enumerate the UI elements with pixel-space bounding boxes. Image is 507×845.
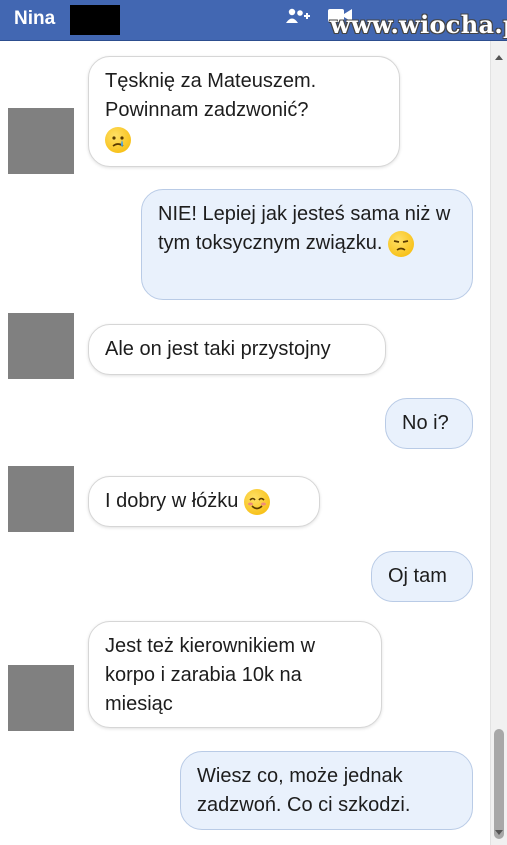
message-text: I dobry w łóżku [105, 490, 239, 512]
incoming-message: Jest też kierownikiem w korpo i zarabia … [88, 621, 382, 728]
outgoing-message: No i? [385, 398, 473, 449]
scroll-down-arrow-icon[interactable] [495, 830, 503, 835]
scroll-up-arrow-icon[interactable] [495, 55, 503, 60]
message-thread: Tęsknię za Mateuszem. Powinnam zadzwonić… [0, 41, 490, 845]
incoming-message: Ale on jest taki przystojny [88, 324, 386, 375]
redacted-area [140, 125, 292, 163]
chat-header: Nina www.wiocha.pl [0, 0, 507, 41]
message-text: Wiesz co, może jednak zadzwoń. Co ci szk… [197, 765, 411, 816]
redacted-block [70, 5, 120, 35]
message-text: Oj tam [388, 565, 447, 587]
outgoing-message: Oj tam [371, 551, 473, 602]
avatar [8, 466, 74, 532]
message-text: Tęsknię za Mateuszem. Powinnam zadzwonić… [105, 70, 317, 121]
smiling-face-icon [243, 488, 270, 515]
message-text: Ale on jest taki przystojny [105, 338, 331, 360]
watermark: www.wiocha.pl [330, 10, 507, 39]
outgoing-message: Wiesz co, może jednak zadzwoń. Co ci szk… [180, 751, 473, 830]
add-people-icon[interactable] [286, 7, 310, 32]
contact-name[interactable]: Nina [14, 8, 55, 30]
message-text: No i? [402, 412, 449, 434]
unamused-face-icon [388, 230, 415, 257]
scrollbar[interactable] [490, 41, 507, 845]
outgoing-message: NIE! Lepiej jak jesteś sama niż w tym to… [141, 189, 473, 300]
avatar [8, 665, 74, 731]
scrollbar-thumb[interactable] [494, 729, 504, 839]
avatar [8, 313, 74, 379]
crying-face-icon [105, 126, 131, 153]
avatar [8, 108, 74, 174]
incoming-message: I dobry w łóżku [88, 476, 320, 527]
message-text: Jest też kierownikiem w korpo i zarabia … [105, 635, 316, 715]
